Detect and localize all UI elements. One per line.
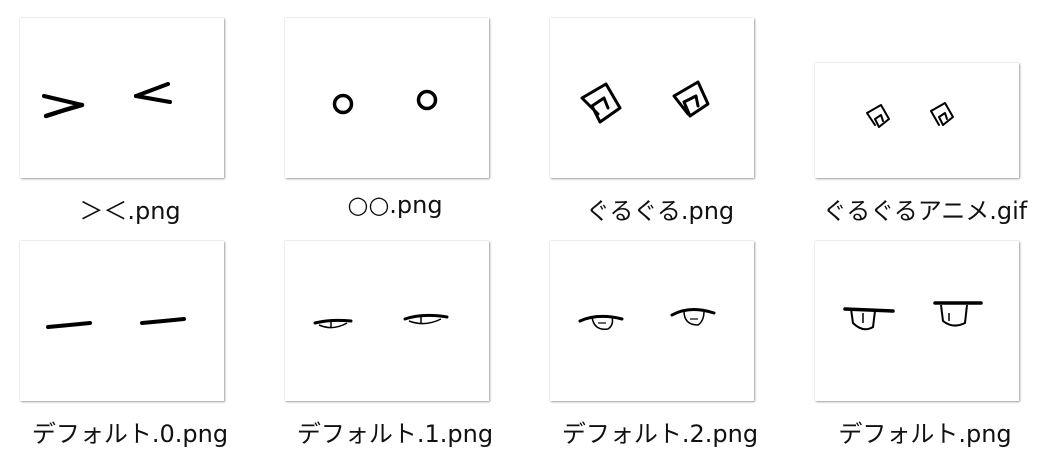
file-item[interactable]: デフォルト.0.png <box>10 233 250 458</box>
eyes-spiral-animated-thumbnail <box>815 63 1019 178</box>
eyes-mostly-open-thumbnail <box>550 241 754 401</box>
file-item[interactable]: ○○.png <box>275 10 515 235</box>
file-name: デフォルト.2.png <box>561 420 759 448</box>
file-grid: ＞＜.png ○○.png ぐるぐる.png ぐるぐるアニメ.gif デフォルト… <box>0 0 1038 470</box>
file-item[interactable]: デフォルト.png <box>805 233 1038 458</box>
file-item[interactable]: デフォルト.1.png <box>275 233 515 458</box>
file-item[interactable]: ぐるぐるアニメ.gif <box>805 10 1038 235</box>
file-name: デフォルト.png <box>838 420 1012 448</box>
eyes-spiral-thumbnail <box>550 18 754 178</box>
file-name: ○○.png <box>347 191 443 219</box>
eyes-half-open-thumbnail <box>285 241 489 401</box>
file-name: デフォルト.1.png <box>296 420 494 448</box>
file-item[interactable]: デフォルト.2.png <box>540 233 780 458</box>
eyes-circle-thumbnail <box>285 18 489 178</box>
eyes-closed-squint-thumbnail <box>20 18 224 178</box>
file-name: ぐるぐる.png <box>585 197 735 225</box>
eyes-closed-thumbnail <box>20 241 224 401</box>
file-name: デフォルト.0.png <box>31 420 229 448</box>
eyes-open-thumbnail <box>815 241 1019 401</box>
file-name: ぐるぐるアニメ.gif <box>822 197 1028 225</box>
file-item[interactable]: ＞＜.png <box>10 10 250 235</box>
file-item[interactable]: ぐるぐる.png <box>540 10 780 235</box>
file-name: ＞＜.png <box>79 197 181 225</box>
